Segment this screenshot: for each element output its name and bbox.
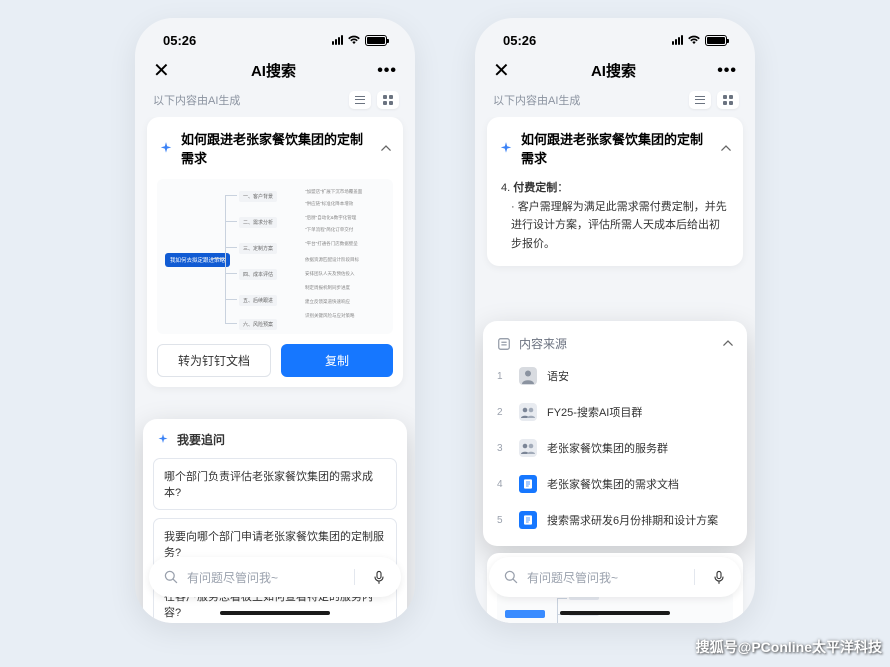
content-area: 如何跟进老张家餐饮集团的定制需求 我如何去拟定跟进策略 一、客户背景 二、需求分… [135,117,415,623]
close-button[interactable]: ✕ [153,61,170,81]
status-time: 05:26 [503,33,536,48]
disclaimer-row: 以下内容由AI生成 [475,89,755,117]
avatar-icon [519,367,537,385]
list-number: 4. [501,182,510,194]
source-label: 老张家餐饮集团的服务群 [547,440,668,456]
status-bar: 05:26 [475,18,755,54]
disclaimer-text: 以下内容由AI生成 [493,92,580,108]
convert-doc-button[interactable]: 转为钉钉文档 [157,344,271,377]
source-label: 语安 [547,368,569,384]
close-button[interactable]: ✕ [493,61,510,81]
followup-title-text: 我要追问 [177,431,225,448]
watermark: 搜狐号@PConline太平洋科技 [696,637,882,657]
phone-left: 05:26 ✕ AI搜索 ••• 以下内容由AI生成 [135,18,415,623]
source-item[interactable]: 3 老张家餐饮集团的服务群 [483,430,747,466]
mic-icon[interactable] [371,569,387,585]
wifi-icon [687,35,701,45]
battery-icon [365,35,387,46]
group-icon [519,403,537,421]
source-label: 老张家餐饮集团的需求文档 [547,476,679,492]
mic-icon[interactable] [711,569,727,585]
group-icon [519,439,537,457]
status-icons [332,35,387,46]
disclaimer-row: 以下内容由AI生成 [135,89,415,117]
status-bar: 05:26 [135,18,415,54]
divider [694,569,695,585]
battery-icon [705,35,727,46]
view-toggle-button-1[interactable] [689,91,711,109]
answer-body: 4. 付费定制： · 客户需理解为满足此需求需付费定制，并先进行设计方案，评估所… [487,179,743,266]
followup-question[interactable]: 哪个部门负责评估老张家餐饮集团的需求成本? [153,458,397,510]
sparkle-icon [159,141,173,155]
search-icon [503,569,519,585]
source-item[interactable]: 1 语安 [483,358,747,394]
source-item[interactable]: 5 搜索需求研发6月份排期和设计方案 [483,502,747,538]
list-detail: 客户需理解为满足此需求需付费定制，并先进行设计方案，评估所需人天成本后给出初步报… [511,201,727,250]
copy-button[interactable]: 复制 [281,344,393,377]
chevron-up-icon[interactable] [723,340,733,347]
source-item[interactable]: 2 FY25-搜索AI项目群 [483,394,747,430]
mindmap-preview[interactable]: 我如何去拟定跟进策略 一、客户背景 二、需求分析 三、定制方案 四、成本评估 五… [157,179,393,334]
topic-card-header[interactable]: 如何跟进老张家餐饮集团的定制需求 [147,117,403,179]
home-indicator [560,611,670,615]
topic-title: 如何跟进老张家餐饮集团的定制需求 [521,129,715,167]
signal-icon [332,35,343,45]
view-toggle-button-2[interactable] [377,91,399,109]
doc-icon [519,475,537,493]
home-indicator [220,611,330,615]
chevron-up-icon [721,145,731,152]
wifi-icon [347,35,361,45]
chat-input-placeholder: 有问题尽管问我~ [527,569,678,586]
topic-title: 如何跟进老张家餐饮集团的定制需求 [181,129,375,167]
chat-input-bar[interactable]: 有问题尽管问我~ [489,557,741,597]
status-icons [672,35,727,46]
app-header: ✕ AI搜索 ••• [475,54,755,89]
view-toggle-button-2[interactable] [717,91,739,109]
content-area: 如何跟进老张家餐饮集团的定制需求 4. 付费定制： · 客户需理解为满足此需求需… [475,117,755,623]
phone-right: 05:26 ✕ AI搜索 ••• 以下内容由AI生成 [475,18,755,623]
search-icon [163,569,179,585]
status-time: 05:26 [163,33,196,48]
view-toggle-button-1[interactable] [349,91,371,109]
sparkle-icon [499,141,513,155]
chevron-up-icon [381,145,391,152]
divider [354,569,355,585]
app-header: ✕ AI搜索 ••• [135,54,415,89]
topic-card: 如何跟进老张家餐饮集团的定制需求 我如何去拟定跟进策略 一、客户背景 二、需求分… [147,117,403,387]
more-button[interactable]: ••• [377,62,397,80]
source-item[interactable]: 4 老张家餐饮集团的需求文档 [483,466,747,502]
page-title: AI搜索 [251,60,296,81]
mindmap-root-node: 我如何去拟定跟进策略 [165,253,230,267]
source-label: FY25-搜索AI项目群 [547,404,642,420]
sources-panel: 内容来源 1 语安 2 [483,321,747,546]
more-button[interactable]: ••• [717,62,737,80]
list-heading: 付费定制 [513,182,557,194]
chat-input-placeholder: 有问题尽管问我~ [187,569,338,586]
signal-icon [672,35,683,45]
sources-icon [497,337,511,351]
sparkle-icon [157,433,171,447]
chat-input-bar[interactable]: 有问题尽管问我~ [149,557,401,597]
sources-title: 内容来源 [519,335,567,352]
doc-icon [519,511,537,529]
topic-card: 如何跟进老张家餐饮集团的定制需求 4. 付费定制： · 客户需理解为满足此需求需… [487,117,743,266]
disclaimer-text: 以下内容由AI生成 [153,92,240,108]
topic-card-header[interactable]: 如何跟进老张家餐饮集团的定制需求 [487,117,743,179]
page-title: AI搜索 [591,60,636,81]
source-label: 搜索需求研发6月份排期和设计方案 [547,512,718,528]
